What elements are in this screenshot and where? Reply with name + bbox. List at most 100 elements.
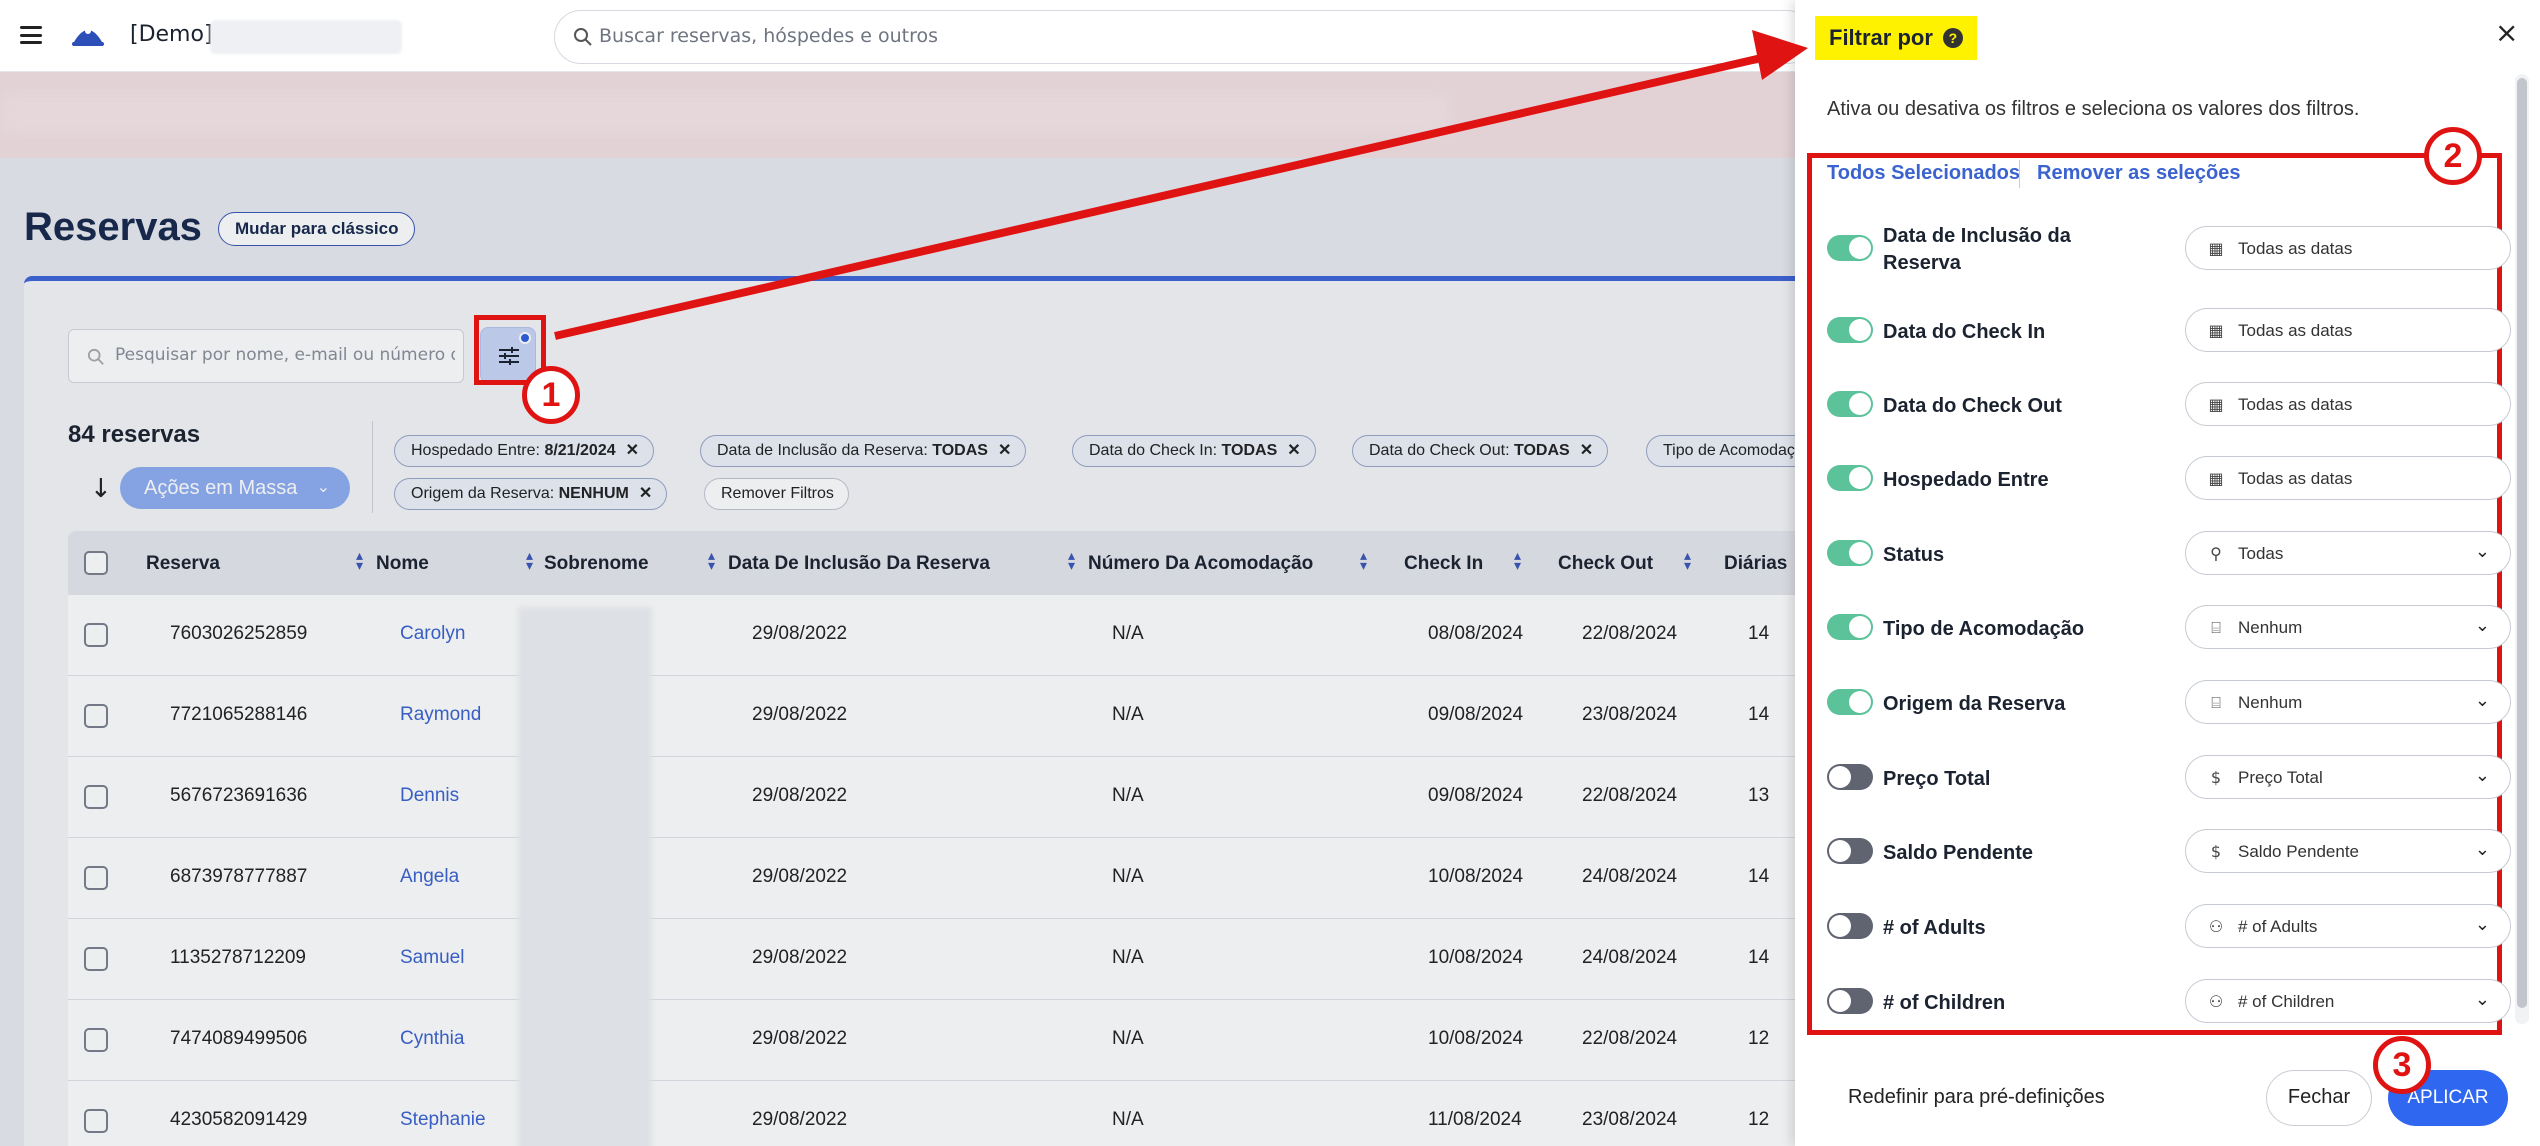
close-icon[interactable]: ✕ [998, 442, 1011, 459]
filter-value-select[interactable]: $ Preço Total ⌄ [2185, 755, 2511, 799]
close-icon[interactable]: × [2495, 16, 2518, 49]
cell-nome[interactable]: Stephanie [400, 1109, 486, 1131]
switch-classic-button[interactable]: Mudar para clássico [218, 212, 416, 246]
filter-value-select[interactable]: ⚇ # of Children ⌄ [2185, 979, 2511, 1023]
row-checkbox[interactable] [84, 785, 108, 809]
cell-reserva: 7603026252859 [170, 623, 308, 644]
filter-chip-hospedado[interactable]: Hospedado Entre: 8/21/2024 ✕ [394, 435, 655, 467]
divider [372, 421, 373, 513]
table-row[interactable]: 1135278712209 Samuel 29/08/2022 N/A 10/08/20… [68, 919, 1795, 1000]
global-search[interactable] [554, 10, 1814, 64]
reservation-search-input[interactable] [115, 345, 455, 365]
sort-icon[interactable]: ▴ ▾ [1360, 549, 1367, 573]
scrollbar[interactable] [2515, 74, 2529, 1024]
close-button[interactable]: Fechar [2266, 1070, 2372, 1126]
filter-value-select[interactable]: ⚲ Todas ⌄ [2185, 531, 2511, 575]
sort-icon[interactable]: ▴ ▾ [708, 549, 715, 573]
cell-nome[interactable]: Angela [400, 866, 459, 888]
table-row[interactable]: 7474089499506 Cynthia 29/08/2022 N/A 10/08/2… [68, 1000, 1795, 1081]
reservation-search[interactable] [68, 329, 464, 383]
column-nome[interactable]: Nome [376, 553, 429, 575]
cell-nome[interactable]: Cynthia [400, 1028, 464, 1050]
cell-nome[interactable]: Raymond [400, 704, 481, 726]
cell-acomodacao: N/A [1112, 785, 1144, 806]
cell-nome[interactable]: Dennis [400, 785, 459, 807]
table-row[interactable]: 4230582091429 Stephanie 29/08/2022 N/A 11/08… [68, 1081, 1795, 1146]
filter-label: Saldo Pendente [1883, 842, 2034, 864]
cell-nome[interactable]: Samuel [400, 947, 464, 969]
column-checkin[interactable]: Check In [1404, 553, 1483, 575]
filter-value-select[interactable]: ⚇ # of Adults ⌄ [2185, 904, 2511, 948]
calendar-icon: ▦ [2208, 469, 2224, 488]
select-all-checkbox[interactable] [84, 551, 108, 575]
logo-icon [72, 28, 104, 46]
close-icon[interactable]: ✕ [1287, 442, 1300, 459]
cell-checkout: 23/08/2024 [1582, 1109, 1678, 1130]
filter-value-select[interactable]: ▦ Todas as datas [2185, 308, 2511, 352]
help-icon[interactable]: ? [1942, 28, 1963, 48]
filter-chip-checkin[interactable]: Data do Check In: TODAS ✕ [1072, 435, 1316, 467]
table-row[interactable]: 7721065288146 Raymond 29/08/2022 N/A 09/08/2… [68, 676, 1795, 757]
filter-toggle[interactable] [1827, 689, 1873, 715]
column-inclusao[interactable]: Data De Inclusão Da Reserva [728, 553, 990, 575]
sort-icon[interactable]: ▴ ▾ [356, 549, 363, 573]
filter-value-select[interactable]: ⌸ Nenhum ⌄ [2185, 605, 2511, 649]
filter-toggle[interactable] [1827, 614, 1873, 640]
table-row[interactable]: 5676723691636 Dennis 29/08/2022 N/A 09/08/20… [68, 757, 1795, 838]
table-row[interactable]: 7603026252859 Carolyn 29/08/2022 N/A 08/08/2… [68, 595, 1795, 676]
filter-value-select[interactable]: $ Saldo Pendente ⌄ [2185, 829, 2511, 873]
row-checkbox[interactable] [84, 947, 108, 971]
cell-reserva: 7474089499506 [170, 1028, 308, 1049]
filter-toggle[interactable] [1827, 391, 1873, 417]
select-all-link[interactable]: Todos Selecionados [1827, 162, 2020, 185]
calendar-icon: ▦ [2208, 239, 2224, 258]
filter-toggle[interactable] [1827, 838, 1873, 864]
sort-order-icon[interactable]: ↓ [90, 474, 112, 504]
filter-chip-origem[interactable]: Origem da Reserva: NENHUM ✕ [394, 478, 668, 510]
sort-icon[interactable]: ▴ ▾ [526, 549, 533, 573]
filter-toggle[interactable] [1827, 913, 1873, 939]
filter-toggle[interactable] [1827, 540, 1873, 566]
filter-value-select[interactable]: ⌸ Nenhum ⌄ [2185, 680, 2511, 724]
sort-icon[interactable]: ▴ ▾ [1068, 549, 1075, 573]
remove-selections-link[interactable]: Remover as seleções [2037, 162, 2240, 185]
bulk-actions-button[interactable]: Ações em Massa ⌄ [120, 467, 350, 509]
column-diarias[interactable]: Diárias [1724, 553, 1787, 575]
sort-icon[interactable]: ▴ ▾ [1514, 549, 1521, 573]
global-search-input[interactable] [599, 25, 1499, 47]
column-reserva[interactable]: Reserva [146, 553, 220, 575]
filter-chip-inclusao[interactable]: Data de Inclusão da Reserva: TODAS ✕ [700, 435, 1027, 467]
column-checkout[interactable]: Check Out [1558, 553, 1653, 575]
filter-value-select[interactable]: ▦ Todas as datas [2185, 226, 2511, 270]
remove-filters-button[interactable]: Remover Filtros [704, 478, 849, 510]
cell-checkin: 09/08/2024 [1428, 785, 1524, 806]
reset-defaults-link[interactable]: Redefinir para pré-definições [1848, 1086, 2105, 1109]
column-sobrenome[interactable]: Sobrenome [544, 553, 649, 575]
filter-toggle[interactable] [1827, 764, 1873, 790]
filter-chip-tipo[interactable]: Tipo de Acomodação [1646, 435, 1795, 467]
filter-chip-checkout[interactable]: Data do Check Out: TODAS ✕ [1352, 435, 1609, 467]
sort-icon[interactable]: ▴ ▾ [1684, 549, 1691, 573]
filter-toggle[interactable] [1827, 988, 1873, 1014]
menu-icon[interactable] [20, 26, 42, 44]
row-checkbox[interactable] [84, 623, 108, 647]
row-checkbox[interactable] [84, 1028, 108, 1052]
filter-toggle[interactable] [1827, 465, 1873, 491]
row-checkbox[interactable] [84, 1109, 108, 1133]
search-icon [574, 28, 592, 46]
cell-checkout: 22/08/2024 [1582, 785, 1678, 806]
close-icon[interactable]: ✕ [639, 485, 652, 502]
cell-inclusao: 29/08/2022 [752, 785, 848, 806]
table-row[interactable]: 6873978777887 Angela 29/08/2022 N/A 10/08/20… [68, 838, 1795, 919]
filter-value-select[interactable]: ▦ Todas as datas [2185, 456, 2511, 500]
row-checkbox[interactable] [84, 704, 108, 728]
column-acomodacao[interactable]: Número Da Acomodação [1088, 553, 1313, 575]
cell-acomodacao: N/A [1112, 866, 1144, 887]
row-checkbox[interactable] [84, 866, 108, 890]
close-icon[interactable]: ✕ [626, 442, 639, 459]
filter-toggle[interactable] [1827, 317, 1873, 343]
filter-toggle[interactable] [1827, 235, 1873, 261]
close-icon[interactable]: ✕ [1580, 442, 1593, 459]
cell-nome[interactable]: Carolyn [400, 623, 465, 645]
filter-value-select[interactable]: ▦ Todas as datas [2185, 382, 2511, 426]
